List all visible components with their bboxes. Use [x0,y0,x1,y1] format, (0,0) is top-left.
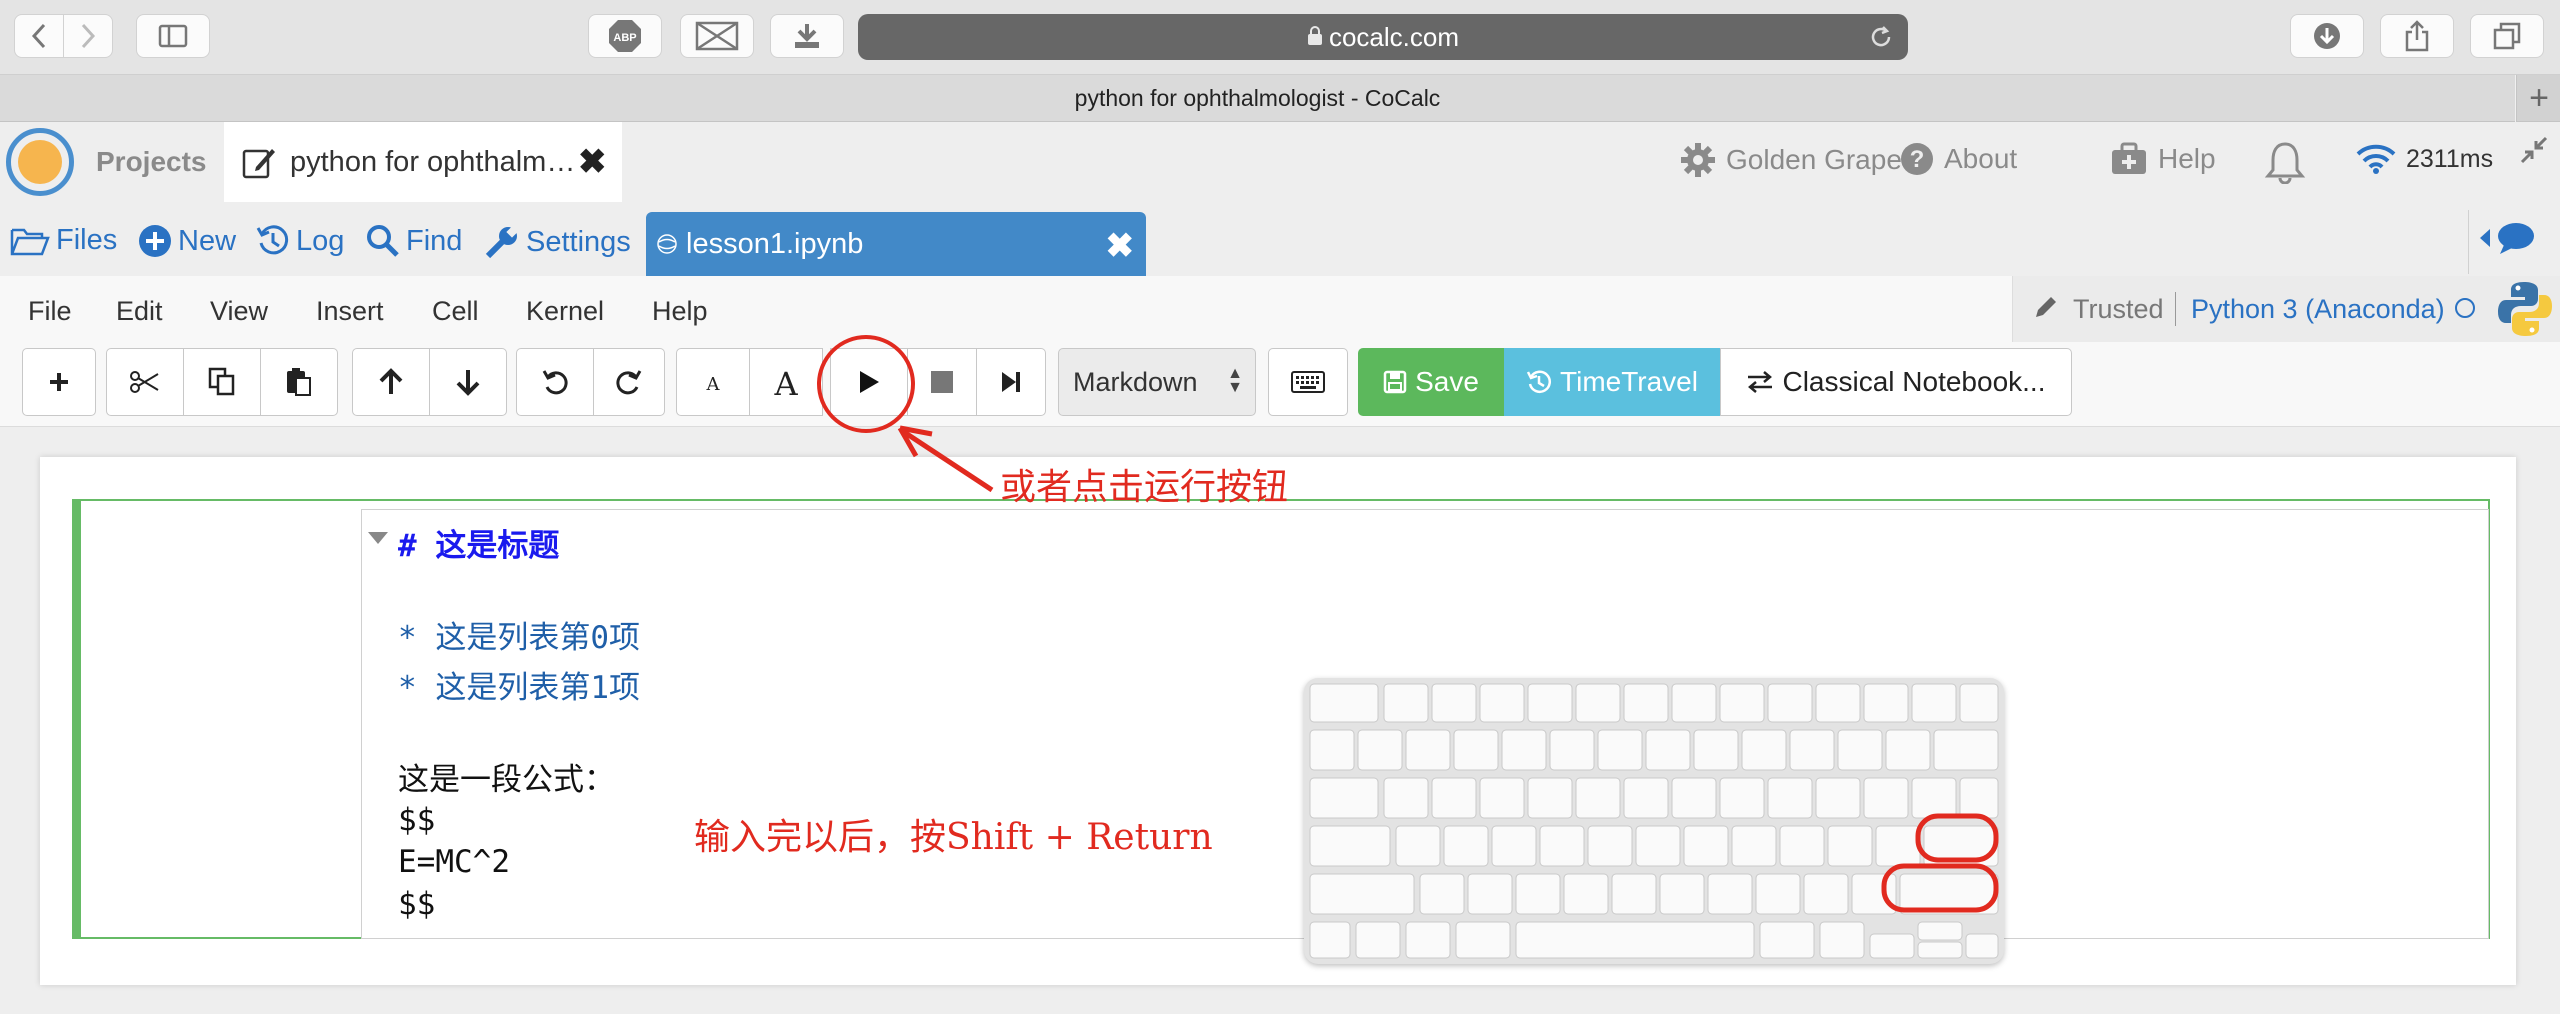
keyboard-key [1527,777,1573,819]
keyboard-key [1405,729,1451,771]
keyboard-key [1707,873,1753,915]
keyboard-key [1959,777,1999,819]
keyboard-key [1515,873,1561,915]
keyboard-key [1789,729,1835,771]
keyboard-key [1875,825,1921,867]
keyboard-key [1869,933,1915,959]
keyboard-key [1693,729,1739,771]
keyboard-key [1527,683,1573,723]
keyboard-key [1827,825,1873,867]
keyboard-key [1815,777,1861,819]
keyboard-key [1467,873,1513,915]
keyboard-key [1767,683,1813,723]
keyboard-key [1455,921,1511,959]
keyboard-key [1623,777,1669,819]
keyboard-key [1917,941,1963,959]
keyboard-key [1759,921,1815,959]
keyboard-key [1671,683,1717,723]
keyboard-key [1479,683,1525,723]
run-button-note: 或者点击运行按钮 [1000,467,1289,508]
keyboard-key [1911,683,1957,723]
keyboard-key [1443,825,1489,867]
keyboard-key [1659,873,1705,915]
keyboard-key [1755,873,1801,915]
keyboard-key [1819,921,1865,959]
keyboard-key [1731,825,1777,867]
keyboard-key [1917,921,1963,941]
keyboard-key [1479,777,1525,819]
keyboard-key [1719,683,1765,723]
keyboard-key [1383,683,1429,723]
keyboard-key [1959,683,1999,723]
keyboard-key [1309,729,1355,771]
keyboard-key [1837,729,1883,771]
keyboard-key [1863,777,1909,819]
keyboard-key [1965,933,1999,959]
keyboard-key [1431,683,1477,723]
keyboard-key [1539,825,1585,867]
keyboard-key [1491,825,1537,867]
keyboard-key [1885,729,1931,771]
annotation-arrow [902,429,994,493]
keyboard-key [1563,873,1609,915]
keyboard-key [1911,777,1957,819]
keyboard-key [1355,921,1401,959]
keyboard-key [1611,873,1657,915]
keyboard-key [1767,777,1813,819]
keyboard-key [1933,729,1999,771]
keyboard-key [1623,683,1669,723]
keyboard-key [1309,777,1379,819]
keyboard-key [1575,777,1621,819]
keyboard-key [1431,777,1477,819]
shortcut-note: 输入完以后，按Shift + Return [694,817,1213,858]
keyboard-key [1597,729,1643,771]
keyboard-key [1683,825,1729,867]
keyboard-key [1803,873,1849,915]
keyboard-key [1635,825,1681,867]
keyboard-key [1309,683,1379,723]
keyboard-key [1453,729,1499,771]
keyboard-key [1309,921,1351,959]
keyboard-key [1575,683,1621,723]
keyboard-key [1719,777,1765,819]
keyboard-keys [1309,683,1999,959]
keyboard-key [1863,683,1909,723]
keyboard-key [1419,873,1465,915]
run-button-highlight-circle [817,335,915,433]
keyboard-key [1587,825,1633,867]
keyboard-key [1671,777,1717,819]
keyboard-key [1405,921,1451,959]
keyboard-key [1309,873,1415,915]
keyboard-key [1515,921,1755,959]
keyboard-key [1395,825,1441,867]
keyboard-key [1357,729,1403,771]
keyboard-key [1851,873,1897,915]
keyboard-key [1549,729,1595,771]
keyboard-key [1645,729,1691,771]
keyboard-key [1741,729,1787,771]
keyboard-key [1815,683,1861,723]
keyboard-key [1779,825,1825,867]
keyboard-key [1309,825,1391,867]
keyboard-key [1501,729,1547,771]
keyboard-key [1383,777,1429,819]
